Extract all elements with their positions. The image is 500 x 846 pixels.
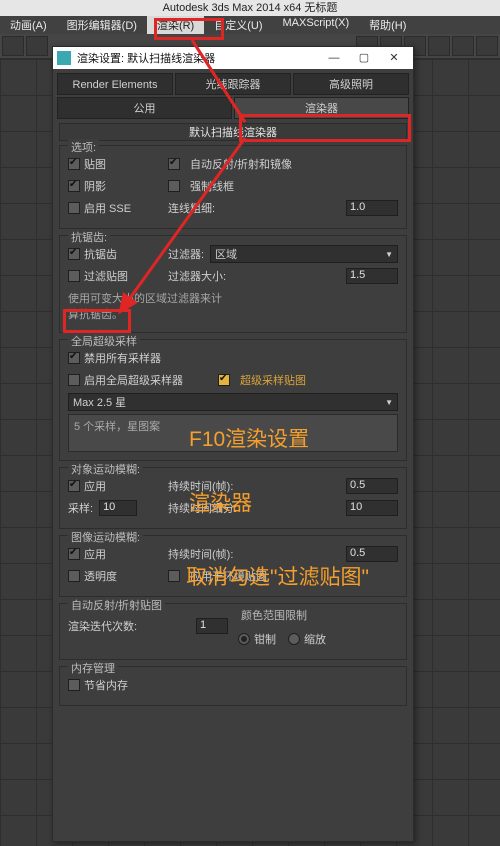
app-titlebar: Autodesk 3ds Max 2014 x64 无标题 xyxy=(0,0,500,16)
menu-customize[interactable]: 自定义(U) xyxy=(204,16,272,34)
lbl-imgblur-duration: 持续时间(帧): xyxy=(168,546,233,562)
spin-wire-thickness[interactable]: 1.0 xyxy=(346,200,398,216)
dialog-title: 渲染设置: 默认扫描线渲染器 xyxy=(77,50,215,66)
sel-ss-method[interactable]: Max 2.5 星▼ xyxy=(68,393,398,411)
menu-render[interactable]: 渲染(R) xyxy=(147,16,204,34)
lbl-wire-thickness: 连线粗细: xyxy=(168,200,215,216)
lbl-disable-samplers: 禁用所有采样器 xyxy=(84,350,161,366)
spin-subdiv[interactable]: 10 xyxy=(346,500,398,516)
chk-enable-sse[interactable] xyxy=(68,202,80,214)
group-objblur-title: 对象运动模糊: xyxy=(68,461,143,477)
sel-filter[interactable]: 区域▼ xyxy=(210,245,398,263)
lbl-objblur-apply: 应用 xyxy=(84,478,106,494)
tab-render-elements[interactable]: Render Elements xyxy=(57,73,173,95)
group-options-title: 选项: xyxy=(68,139,99,155)
lbl-imgblur-apply: 应用 xyxy=(84,546,106,562)
spin-objblur-duration[interactable]: 0.5 xyxy=(346,478,398,494)
group-image-blur: 图像运动模糊: 应用 持续时间(帧):0.5 透明度 应用于环境贴图 xyxy=(59,535,407,597)
window-close-button[interactable]: ✕ xyxy=(379,48,409,68)
group-ss-title: 全局超级采样 xyxy=(68,333,140,349)
tab-common[interactable]: 公用 xyxy=(57,97,232,119)
lbl-ss-maps: 超级采样贴图 xyxy=(240,372,306,388)
menu-animation[interactable]: 动画(A) xyxy=(0,16,57,34)
chk-conserve-mem[interactable] xyxy=(68,679,80,691)
chk-ss-maps[interactable] xyxy=(218,374,230,386)
group-colorrange-title: 颜色范围限制 xyxy=(238,607,310,623)
lbl-iter: 渲染迭代次数: xyxy=(68,618,137,634)
group-imgblur-title: 图像运动模糊: xyxy=(68,529,143,545)
lbl-mapping: 贴图 xyxy=(84,156,106,172)
tool-btn[interactable] xyxy=(476,36,498,56)
lbl-objblur-duration: 持续时间(帧): xyxy=(168,478,233,494)
lbl-enable-global-ss: 启用全局超级采样器 xyxy=(84,372,183,388)
dialog-titlebar[interactable]: 渲染设置: 默认扫描线渲染器 — ▢ ✕ xyxy=(53,47,413,69)
tool-btn[interactable] xyxy=(428,36,450,56)
chk-shadow[interactable] xyxy=(68,180,80,192)
chk-antialias[interactable] xyxy=(68,248,80,260)
lbl-auto-reflect: 自动反射/折射和镜像 xyxy=(190,156,292,172)
spin-iter[interactable]: 1 xyxy=(196,618,228,634)
menu-help[interactable]: 帮助(H) xyxy=(359,16,416,34)
dialog-tabs: Render Elements 光线跟踪器 高级照明 公用 渲染器 xyxy=(53,69,413,119)
lbl-conserve-mem: 节省内存 xyxy=(84,677,128,693)
lbl-samples: 采样: xyxy=(68,500,93,516)
menu-maxscript[interactable]: MAXScript(X) xyxy=(273,16,360,34)
menu-graph-editor[interactable]: 图形编辑器(D) xyxy=(57,16,147,34)
ss-desc: 5 个采样，星图案 xyxy=(68,414,398,452)
spin-filter-size[interactable]: 1.5 xyxy=(346,268,398,284)
tab-raytracer[interactable]: 光线跟踪器 xyxy=(175,73,291,95)
tool-btn[interactable] xyxy=(26,36,48,56)
lbl-clamp: 钳制 xyxy=(254,631,276,647)
chk-apply-env[interactable] xyxy=(168,570,180,582)
tab-advanced-lighting[interactable]: 高级照明 xyxy=(293,73,409,95)
chk-filter-maps[interactable] xyxy=(68,270,80,282)
chk-force-wire[interactable] xyxy=(168,180,180,192)
aa-filter-desc: 使用可变大小的区域过滤器来计算抗锯齿。 xyxy=(68,290,228,322)
lbl-scale: 缩放 xyxy=(304,631,326,647)
lbl-filter-size: 过滤器大小: xyxy=(168,268,226,284)
chk-objblur-apply[interactable] xyxy=(68,480,80,492)
lbl-transparency: 透明度 xyxy=(84,568,117,584)
chk-disable-samplers[interactable] xyxy=(68,352,80,364)
group-autoreflect: 自动反射/折射贴图 渲染迭代次数:1 颜色范围限制 钳制 缩放 xyxy=(59,603,407,660)
spin-imgblur-duration[interactable]: 0.5 xyxy=(346,546,398,562)
rad-scale[interactable] xyxy=(288,633,300,645)
render-setup-dialog: 渲染设置: 默认扫描线渲染器 — ▢ ✕ Render Elements 光线跟… xyxy=(52,46,414,842)
lbl-filter-maps: 过滤贴图 xyxy=(84,268,128,284)
tool-btn[interactable] xyxy=(452,36,474,56)
chevron-down-icon: ▼ xyxy=(385,250,393,259)
rollup-title[interactable]: 默认扫描线渲染器 xyxy=(59,123,407,141)
chk-mapping[interactable] xyxy=(68,158,80,170)
lbl-sse: 启用 SSE xyxy=(84,200,131,216)
chk-enable-global-ss[interactable] xyxy=(68,374,80,386)
chk-auto-reflect[interactable] xyxy=(168,158,180,170)
tool-btn[interactable] xyxy=(2,36,24,56)
group-autoref-title: 自动反射/折射贴图 xyxy=(68,597,165,613)
group-mem-title: 内存管理 xyxy=(68,660,118,676)
lbl-apply-env: 应用于环境贴图 xyxy=(190,568,267,584)
group-aa-title: 抗锯齿: xyxy=(68,229,110,245)
lbl-antialias: 抗锯齿 xyxy=(84,246,117,262)
group-options: 选项: 贴图 自动反射/折射和镜像 阴影 强制线框 启用 SSE 连线粗细:1.… xyxy=(59,145,407,229)
spin-samples[interactable]: 10 xyxy=(99,500,137,516)
app-icon xyxy=(57,51,71,65)
group-object-blur: 对象运动模糊: 应用 持续时间(帧):0.5 采样:10 持续时间细分:10 xyxy=(59,467,407,529)
group-memory: 内存管理 节省内存 xyxy=(59,666,407,706)
lbl-force-wire: 强制线框 xyxy=(190,178,234,194)
group-supersample: 全局超级采样 禁用所有采样器 启用全局超级采样器 超级采样贴图 Max 2.5 … xyxy=(59,339,407,461)
lbl-shadow: 阴影 xyxy=(84,178,106,194)
window-maximize-button[interactable]: ▢ xyxy=(349,48,379,68)
lbl-subdiv: 持续时间细分: xyxy=(168,500,237,516)
chk-imgblur-apply[interactable] xyxy=(68,548,80,560)
chk-transparency[interactable] xyxy=(68,570,80,582)
window-minimize-button[interactable]: — xyxy=(319,48,349,68)
chevron-down-icon: ▼ xyxy=(385,398,393,407)
rad-clamp[interactable] xyxy=(238,633,250,645)
dialog-body: 默认扫描线渲染器 选项: 贴图 自动反射/折射和镜像 阴影 强制线框 启用 SS… xyxy=(53,119,413,837)
lbl-filter: 过滤器: xyxy=(168,246,204,262)
menubar: 动画(A) 图形编辑器(D) 渲染(R) 自定义(U) MAXScript(X)… xyxy=(0,16,500,34)
group-antialias: 抗锯齿: 抗锯齿 过滤器: 区域▼ 过滤贴图 过滤器大小:1.5 使用可变大小的… xyxy=(59,235,407,333)
tab-renderer[interactable]: 渲染器 xyxy=(234,97,409,119)
